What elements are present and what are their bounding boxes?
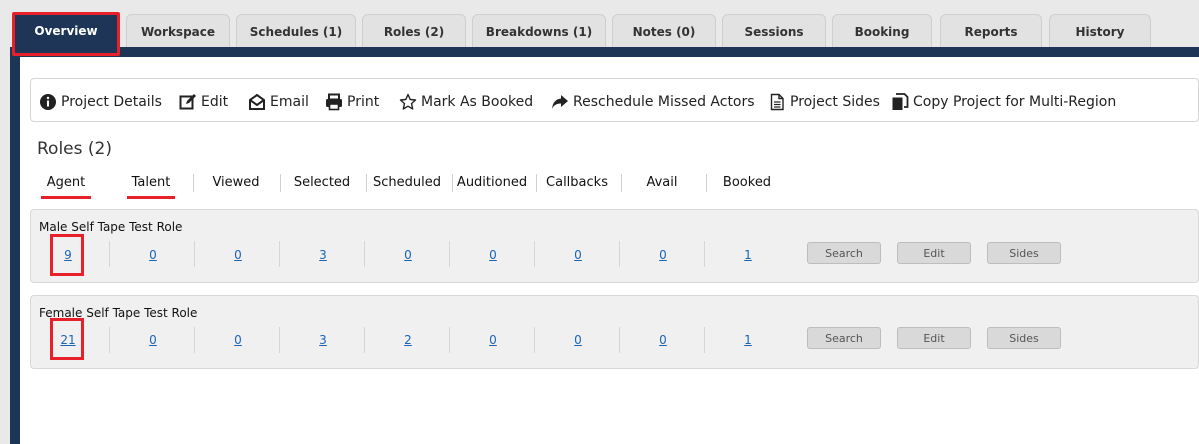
column-agent: Agent — [46, 175, 86, 190]
role-row: Male Self Tape Test Role 9 0 0 3 0 0 0 0… — [30, 209, 1199, 283]
scheduled-count-link[interactable]: 0 — [393, 248, 423, 262]
edit-button[interactable]: Edit — [179, 91, 228, 113]
edit-icon — [179, 94, 196, 110]
avail-count-link[interactable]: 0 — [648, 333, 678, 347]
cell-divider — [279, 241, 280, 267]
talent-count-link[interactable]: 0 — [138, 333, 168, 347]
tab-booking[interactable]: Booking — [832, 14, 932, 48]
column-divider — [621, 174, 622, 192]
selected-count-link[interactable]: 3 — [308, 333, 338, 347]
agent-count-highlight — [50, 234, 84, 276]
tab-workspace[interactable]: Workspace — [126, 14, 230, 48]
column-scheduled: Scheduled — [373, 175, 441, 190]
email-label: Email — [270, 94, 309, 110]
sides-button[interactable]: Sides — [987, 327, 1061, 349]
copy-icon — [892, 93, 909, 110]
share-arrow-icon — [552, 95, 568, 109]
copy-project-label: Copy Project for Multi-Region — [913, 94, 1117, 110]
callbacks-count-link[interactable]: 0 — [563, 248, 593, 262]
tab-breakdowns[interactable]: Breakdowns (1) — [472, 14, 606, 48]
column-callbacks: Callbacks — [546, 175, 608, 190]
scheduled-count-link[interactable]: 2 — [393, 333, 423, 347]
cell-divider — [449, 241, 450, 267]
cell-divider — [194, 327, 195, 353]
project-details-button[interactable]: Project Details — [39, 91, 162, 113]
edit-role-button[interactable]: Edit — [897, 242, 971, 264]
info-icon — [40, 94, 56, 110]
cell-divider — [279, 327, 280, 353]
print-label: Print — [347, 94, 380, 110]
cell-divider — [619, 327, 620, 353]
cell-divider — [194, 241, 195, 267]
column-divider — [706, 174, 707, 192]
star-icon — [399, 93, 417, 110]
tab-bar: Overview Workspace Schedules (1) Roles (… — [0, 0, 1199, 56]
edit-role-button[interactable]: Edit — [897, 327, 971, 349]
project-sides-button[interactable]: Project Sides — [768, 91, 880, 113]
viewed-count-link[interactable]: 0 — [223, 248, 253, 262]
cell-divider — [704, 241, 705, 267]
project-sides-label: Project Sides — [790, 94, 880, 110]
roles-heading: Roles (2) — [37, 139, 112, 159]
column-auditioned: Auditioned — [456, 175, 528, 190]
tab-history[interactable]: History — [1049, 14, 1151, 48]
tab-reports[interactable]: Reports — [940, 14, 1042, 48]
column-viewed: Viewed — [212, 175, 260, 190]
cell-divider — [534, 241, 535, 267]
cell-divider — [109, 327, 110, 353]
search-button[interactable]: Search — [807, 327, 881, 349]
column-avail: Avail — [646, 175, 678, 190]
booked-count-link[interactable]: 1 — [733, 248, 763, 262]
printer-icon — [326, 93, 342, 111]
talent-count-link[interactable]: 0 — [138, 248, 168, 262]
role-row: Female Self Tape Test Role 21 0 0 3 2 0 … — [30, 295, 1199, 369]
mark-as-booked-button[interactable]: Mark As Booked — [399, 91, 533, 113]
mark-as-booked-label: Mark As Booked — [421, 94, 534, 110]
email-button[interactable]: Email — [248, 91, 309, 113]
talent-underline — [127, 196, 175, 199]
print-button[interactable]: Print — [325, 91, 379, 113]
role-name: Male Self Tape Test Role — [39, 220, 183, 234]
column-talent: Talent — [131, 175, 171, 190]
cell-divider — [704, 327, 705, 353]
column-divider — [452, 174, 453, 192]
column-selected: Selected — [293, 175, 351, 190]
column-booked: Booked — [722, 175, 772, 190]
reschedule-button[interactable]: Reschedule Missed Actors — [551, 91, 755, 113]
tab-sessions[interactable]: Sessions — [722, 14, 826, 48]
cell-divider — [449, 327, 450, 353]
cell-divider — [364, 241, 365, 267]
auditioned-count-link[interactable]: 0 — [478, 333, 508, 347]
copy-project-button[interactable]: Copy Project for Multi-Region — [891, 91, 1116, 113]
booked-count-link[interactable]: 1 — [733, 333, 763, 347]
sides-button[interactable]: Sides — [987, 242, 1061, 264]
tab-overview[interactable]: Overview — [12, 12, 120, 56]
cell-divider — [534, 327, 535, 353]
cell-divider — [109, 241, 110, 267]
auditioned-count-link[interactable]: 0 — [478, 248, 508, 262]
tab-notes[interactable]: Notes (0) — [612, 14, 716, 48]
agent-count-highlight — [50, 318, 84, 360]
edit-label: Edit — [201, 94, 229, 110]
cell-divider — [619, 241, 620, 267]
column-divider — [366, 174, 367, 192]
selected-count-link[interactable]: 3 — [308, 248, 338, 262]
project-details-label: Project Details — [61, 94, 162, 110]
tab-roles[interactable]: Roles (2) — [362, 14, 466, 48]
viewed-count-link[interactable]: 0 — [223, 333, 253, 347]
envelope-icon — [249, 93, 265, 110]
reschedule-label: Reschedule Missed Actors — [573, 94, 755, 110]
agent-underline — [41, 196, 91, 199]
project-toolbar: Project Details Edit Email Print Mark As… — [30, 78, 1199, 122]
avail-count-link[interactable]: 0 — [648, 248, 678, 262]
document-icon — [770, 93, 784, 111]
column-divider — [193, 174, 194, 192]
search-button[interactable]: Search — [807, 242, 881, 264]
cell-divider — [364, 327, 365, 353]
column-divider — [536, 174, 537, 192]
column-divider — [280, 174, 281, 192]
callbacks-count-link[interactable]: 0 — [563, 333, 593, 347]
tab-schedules[interactable]: Schedules (1) — [236, 14, 356, 48]
